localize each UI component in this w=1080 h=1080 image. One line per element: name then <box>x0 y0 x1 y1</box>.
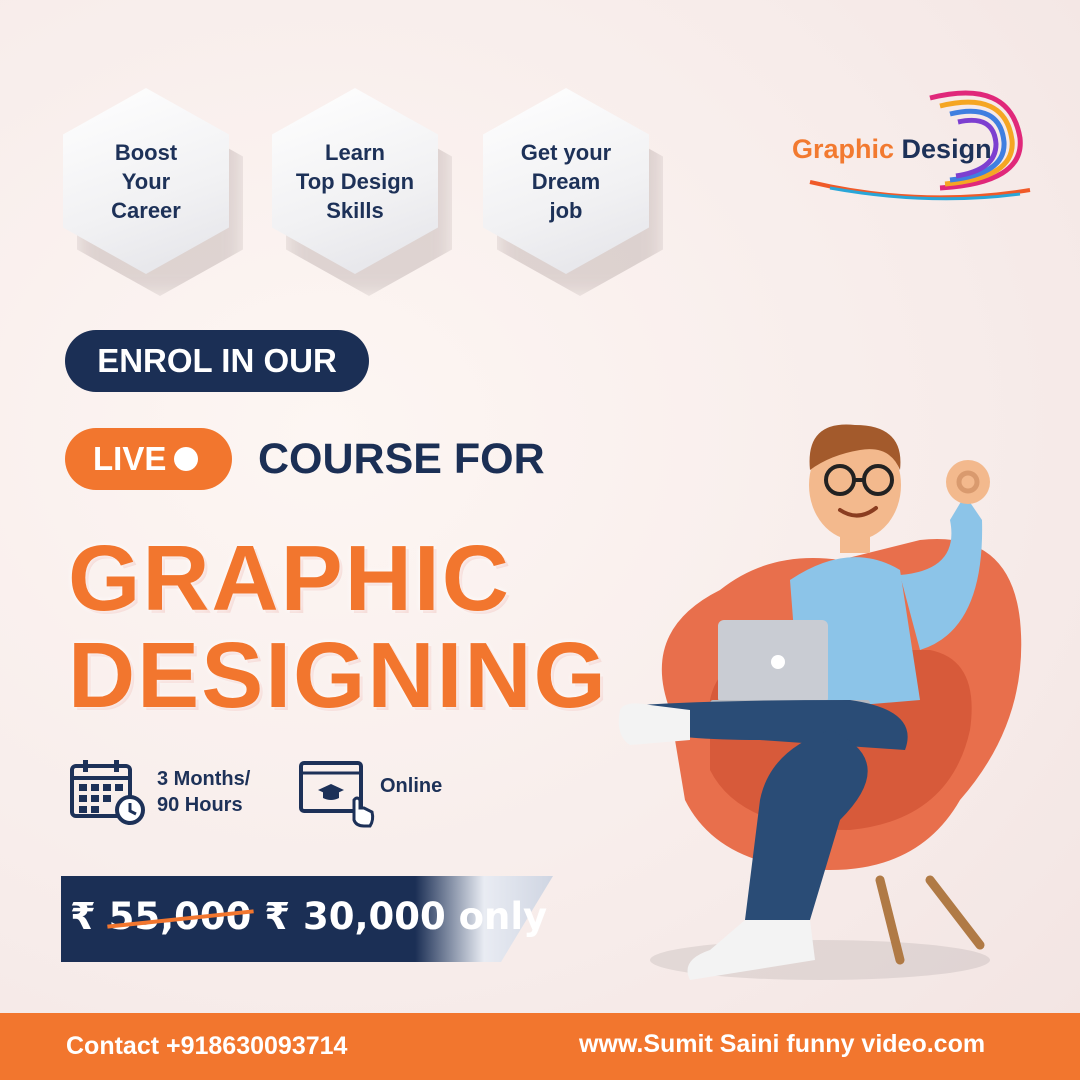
logo-word-graphic: Graphic <box>792 134 895 164</box>
currency-symbol: ₹ <box>70 895 96 938</box>
feature-text: Learn Top Design Skills <box>295 139 415 223</box>
man-with-laptop-illustration <box>618 424 1022 980</box>
logo-text: Graphic Design <box>792 134 992 165</box>
contact-phone[interactable]: Contact +918630093714 <box>66 1032 347 1061</box>
duration-text: 3 Months/ 90 Hours <box>157 768 251 816</box>
feature-hex-dream-job: Get your Dream job <box>483 88 663 296</box>
old-price: 55,000 <box>108 895 252 938</box>
live-dot-icon <box>174 447 199 471</box>
new-price: 30,000 only <box>302 895 548 938</box>
calendar-clock-icon <box>70 760 145 825</box>
title-line-1: GRAPHIC <box>68 526 511 630</box>
course-for-heading: COURSE FOR <box>258 435 545 483</box>
feature-text: Boost Your Career <box>111 139 181 223</box>
price-text: ₹ 55,000 ₹ 30,000 only <box>70 895 547 938</box>
currency-symbol-new: ₹ <box>264 895 291 938</box>
logo-word-design: Design <box>901 134 992 164</box>
feature-hex-design-skills: Learn Top Design Skills <box>272 88 452 296</box>
enrol-badge: ENROL IN OUR <box>65 330 369 392</box>
live-label: LIVE <box>93 440 167 477</box>
feature-text: Get your Dream job <box>520 139 612 223</box>
website-link[interactable]: www.Sumit Saini funny video.com <box>579 1030 985 1059</box>
online-course-icon <box>299 761 375 828</box>
feature-hex-boost-career: Boost Your Career <box>63 88 243 296</box>
mode-text: Online <box>380 775 443 797</box>
live-badge: LIVE <box>65 428 232 490</box>
title-line-2: DESIGNING <box>68 623 608 727</box>
